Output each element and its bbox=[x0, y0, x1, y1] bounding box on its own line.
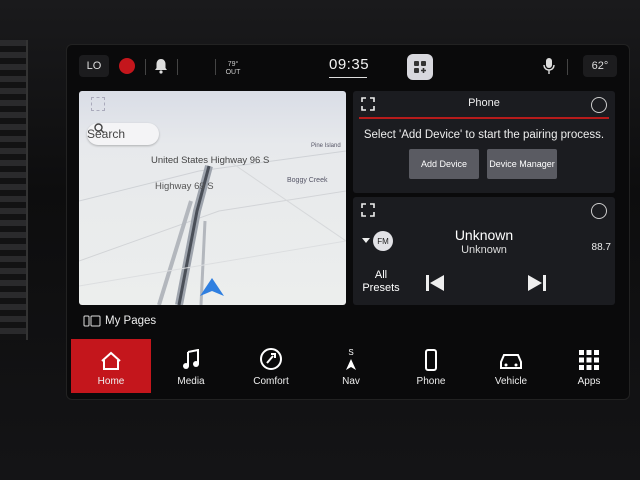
app-drawer-button[interactable] bbox=[407, 54, 433, 80]
expand-icon[interactable] bbox=[91, 97, 105, 111]
outside-temp-readout: 79° OUT bbox=[225, 61, 241, 76]
microphone-icon[interactable] bbox=[543, 57, 555, 75]
temp-right-button[interactable]: 62° bbox=[583, 55, 617, 77]
search-icon bbox=[94, 123, 105, 134]
edit-icon[interactable] bbox=[591, 97, 607, 113]
nav-label: Nav bbox=[342, 376, 360, 387]
clock: 09:35 bbox=[329, 56, 370, 73]
road-label: United States Highway 96 S bbox=[151, 155, 270, 166]
divider bbox=[567, 59, 568, 75]
pages-icon bbox=[83, 315, 101, 327]
all-presets-button[interactable]: All Presets bbox=[359, 269, 403, 295]
panel-divider bbox=[359, 117, 609, 119]
air-vent bbox=[0, 40, 28, 340]
map-widget[interactable]: Search United States Highway 96 S Highwa… bbox=[79, 91, 346, 305]
vehicle-position-arrow-icon bbox=[200, 278, 224, 296]
heated-seat-icon[interactable] bbox=[119, 58, 135, 74]
nav-vehicle[interactable]: Vehicle bbox=[471, 339, 551, 393]
home-icon bbox=[101, 351, 121, 370]
nav-home[interactable]: Home bbox=[71, 339, 151, 393]
divider bbox=[145, 59, 146, 75]
station-subtitle: Unknown bbox=[461, 244, 507, 256]
nav-comfort[interactable]: Comfort bbox=[231, 339, 311, 393]
previous-track-icon[interactable] bbox=[425, 273, 445, 293]
compass-icon: S bbox=[346, 348, 356, 370]
temp-right-label: 62° bbox=[591, 60, 609, 72]
music-note-icon bbox=[183, 349, 199, 369]
pairing-message: Select 'Add Device' to start the pairing… bbox=[363, 129, 605, 141]
place-label: Boggy Creek bbox=[287, 177, 328, 184]
nav-nav[interactable]: S Nav bbox=[311, 339, 391, 393]
svg-text:S: S bbox=[348, 348, 353, 357]
nav-apps[interactable]: Apps bbox=[549, 339, 629, 393]
my-pages-label: My Pages bbox=[105, 315, 157, 327]
divider bbox=[215, 59, 216, 75]
divider bbox=[177, 59, 178, 75]
frequency-readout: 88.7 bbox=[591, 242, 611, 253]
place-label: Pine Island bbox=[311, 143, 341, 149]
nav-label: Home bbox=[97, 376, 125, 387]
nav-phone[interactable]: Phone bbox=[391, 339, 471, 393]
temp-lo-button[interactable]: LO bbox=[79, 55, 109, 77]
phone-title: Phone bbox=[468, 97, 500, 109]
edit-icon[interactable] bbox=[591, 203, 607, 219]
road-label: Highway 69 S bbox=[155, 181, 214, 192]
media-widget: FM Unknown Unknown 88.7 All Presets bbox=[353, 197, 615, 305]
chevron-down-icon[interactable] bbox=[361, 237, 371, 245]
all-presets-label: Presets bbox=[362, 282, 400, 294]
infotainment-screen: LO 79° OUT 09:35 62° Search United State… bbox=[66, 44, 630, 400]
expand-icon[interactable] bbox=[361, 203, 375, 217]
drawer-icon bbox=[414, 61, 426, 73]
bell-icon[interactable] bbox=[154, 58, 168, 74]
nav-media[interactable]: Media bbox=[151, 339, 231, 393]
search-label: Search bbox=[87, 127, 126, 141]
nav-label: Apps bbox=[577, 376, 601, 387]
phone-widget: Phone Select 'Add Device' to start the p… bbox=[353, 91, 615, 193]
comfort-icon bbox=[260, 348, 282, 370]
device-manager-button[interactable]: Device Manager bbox=[487, 149, 557, 179]
all-presets-label: All bbox=[374, 269, 388, 281]
nav-label: Phone bbox=[416, 376, 446, 387]
grid-icon bbox=[579, 350, 599, 370]
band-badge[interactable]: FM bbox=[373, 231, 393, 251]
next-track-icon[interactable] bbox=[527, 273, 547, 293]
status-bar: LO 79° OUT 09:35 62° bbox=[67, 45, 629, 89]
nav-label: Vehicle bbox=[494, 376, 528, 387]
nav-label: Comfort bbox=[253, 376, 289, 387]
bottom-nav: Home Media Comfort S Nav Phone Vehicle A… bbox=[67, 339, 629, 397]
my-pages-button[interactable]: My Pages bbox=[83, 315, 156, 327]
add-device-button[interactable]: Add Device bbox=[409, 149, 479, 179]
nav-label: Media bbox=[177, 376, 205, 387]
lo-label: LO bbox=[86, 60, 102, 72]
station-title: Unknown bbox=[454, 227, 514, 243]
car-icon bbox=[500, 354, 522, 369]
clock-underline bbox=[329, 77, 367, 78]
map-search-button[interactable]: Search bbox=[87, 123, 159, 145]
phone-icon bbox=[425, 349, 437, 371]
